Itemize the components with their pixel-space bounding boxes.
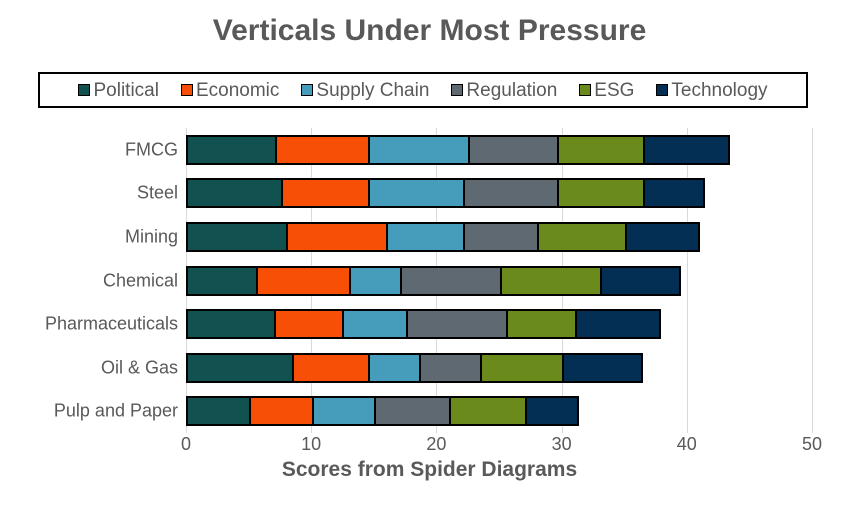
bar-row[interactable] [186, 396, 580, 427]
bar-segment[interactable] [188, 180, 284, 207]
legend-swatch-icon [451, 84, 464, 96]
chart-title: Verticals Under Most Pressure [212, 14, 647, 47]
bar-segment[interactable] [250, 398, 315, 425]
x-axis-tick-label: 10 [301, 434, 322, 454]
bar-segment[interactable] [188, 267, 259, 294]
bar-segment[interactable] [464, 223, 539, 250]
bar-segment[interactable] [294, 354, 370, 381]
bar-segment[interactable] [502, 267, 603, 294]
legend-item-label: Technology [671, 79, 768, 101]
bar-segment[interactable] [508, 311, 578, 338]
bar-segment[interactable] [275, 311, 345, 338]
bar-segment[interactable] [538, 223, 628, 250]
legend-item[interactable]: Supply Chain [301, 81, 429, 100]
category-label: Pulp and Paper [53, 400, 178, 421]
bar-segment[interactable] [558, 136, 645, 163]
legend-item-label: Economic [195, 79, 280, 101]
gridline [812, 128, 813, 433]
plot-wrapper: FMCG Steel Mining Chemical Pharmaceuticals Oi… [0, 128, 859, 433]
legend-item[interactable]: Technology [656, 79, 768, 101]
legend-item-label: Political [93, 79, 159, 101]
legend-item[interactable]: Political [78, 79, 159, 101]
bar-segment[interactable] [577, 311, 659, 338]
bar-segment[interactable] [375, 398, 451, 425]
category-label: Chemical [102, 270, 178, 290]
legend-item[interactable]: ESG [579, 81, 634, 100]
x-axis-tick-label: 40 [676, 434, 697, 454]
bar-row[interactable] [186, 309, 661, 340]
legend-item[interactable]: Economic [180, 79, 280, 101]
bar-segment[interactable] [188, 398, 251, 425]
bar-segment[interactable] [402, 267, 503, 294]
x-axis-tick-labels: 0 10 20 30 40 50 [181, 434, 822, 460]
bar-segment[interactable] [644, 180, 703, 207]
x-axis-tick-label: 20 [426, 434, 447, 454]
category-axis-labels: FMCG Steel Mining Chemical Pharmaceuticals Oi… [0, 128, 178, 433]
bar-segment[interactable] [283, 180, 370, 207]
bar-segment[interactable] [344, 311, 409, 338]
bar-segment[interactable] [602, 267, 679, 294]
bar-segment[interactable] [369, 180, 465, 207]
chart-legend: Political Economic Supply Chain Regulation E… [38, 72, 808, 108]
legend-swatch-icon [301, 84, 314, 96]
x-axis-tick-label: 0 [180, 434, 192, 454]
bar-row[interactable] [186, 352, 644, 383]
legend-swatch-icon [656, 84, 669, 96]
category-label: Pharmaceuticals [44, 313, 178, 334]
bar-segment[interactable] [276, 136, 370, 163]
x-axis-title: Scores from Spider Diagrams [281, 458, 578, 481]
bar-row[interactable] [186, 134, 730, 165]
category-label: Mining [124, 226, 178, 247]
legend-item-label: ESG [594, 79, 635, 101]
bar-segment[interactable] [188, 311, 276, 338]
legend-item[interactable]: Regulation [451, 81, 557, 100]
chart-container: Verticals Under Most Pressure Political E… [0, 0, 859, 511]
x-axis-tick-label: 30 [551, 434, 572, 454]
category-label: Steel [136, 182, 178, 203]
plot-area [186, 128, 813, 433]
bar-segment[interactable] [288, 223, 389, 250]
bar-segment[interactable] [469, 136, 559, 163]
bar-segment[interactable] [314, 398, 376, 425]
bar-segment[interactable] [408, 311, 509, 338]
legend-swatch-icon [579, 84, 592, 96]
bar-segment[interactable] [464, 180, 559, 207]
category-label: Oil & Gas [100, 357, 178, 378]
bar-row[interactable] [186, 178, 705, 209]
bar-segment[interactable] [450, 398, 528, 425]
legend-item-label: Regulation [466, 79, 558, 101]
legend-item-label: Supply Chain [316, 79, 430, 101]
bar-segment[interactable] [258, 267, 351, 294]
bar-segment[interactable] [188, 354, 295, 381]
legend-swatch-icon [78, 84, 91, 96]
bar-segment[interactable] [369, 354, 421, 381]
bar-segment[interactable] [482, 354, 564, 381]
bar-segment[interactable] [627, 223, 698, 250]
gridline [686, 128, 688, 433]
bar-segment[interactable] [369, 136, 470, 163]
bar-segment[interactable] [188, 223, 289, 250]
category-label: FMCG [125, 139, 178, 160]
bar-segment[interactable] [350, 267, 403, 294]
bar-row[interactable] [186, 221, 700, 252]
x-axis-tick-label: 50 [801, 434, 823, 454]
bar-segment[interactable] [563, 354, 642, 381]
bar-segment[interactable] [188, 136, 277, 163]
bar-segment[interactable] [558, 180, 645, 207]
bar-row[interactable] [186, 265, 681, 296]
legend-swatch-icon [180, 84, 193, 96]
bar-segment[interactable] [420, 354, 483, 381]
bar-segment[interactable] [527, 398, 578, 425]
bar-segment[interactable] [644, 136, 728, 163]
bar-segment[interactable] [388, 223, 465, 250]
